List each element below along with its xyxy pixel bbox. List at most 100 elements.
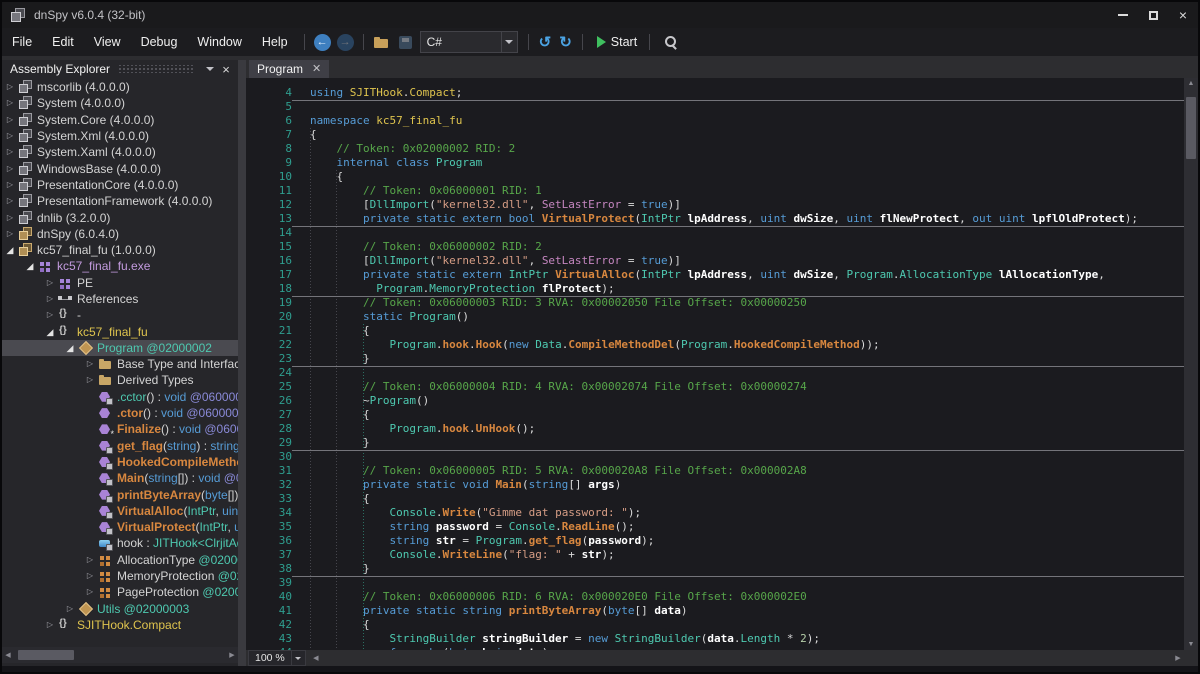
tree-item[interactable]: get_flag(string) : string @ xyxy=(2,438,238,454)
tree-item[interactable]: ▷SJITHook.Compact xyxy=(2,617,238,633)
expander-collapsed-icon[interactable]: ▷ xyxy=(2,226,18,242)
expander-collapsed-icon[interactable]: ▷ xyxy=(42,275,58,291)
code-editor[interactable]: 4using SJITHook.Compact;56namespace kc57… xyxy=(246,78,1184,650)
tree-item[interactable]: ▷PE xyxy=(2,275,238,291)
scroll-right-icon[interactable]: ▶ xyxy=(226,651,238,659)
tree-item[interactable]: ▷System.Xml (4.0.0.0) xyxy=(2,128,238,144)
scroll-up-icon[interactable]: ▲ xyxy=(1184,80,1198,87)
language-combobox[interactable]: C# xyxy=(420,31,518,53)
tab-close-icon[interactable]: ✕ xyxy=(312,64,321,75)
editor-vertical-scrollbar[interactable]: ▲ ▼ xyxy=(1184,78,1198,650)
tree-item[interactable]: ▷PresentationCore (4.0.0.0) xyxy=(2,177,238,193)
start-button[interactable]: Start xyxy=(611,35,637,49)
expander-expanded-icon[interactable]: ◢ xyxy=(42,324,58,340)
menu-window[interactable]: Window xyxy=(187,35,251,49)
tree-item[interactable]: ▷Utils @02000003 xyxy=(2,601,238,617)
undo-icon[interactable]: ↺ xyxy=(539,35,552,50)
menu-file[interactable]: File xyxy=(2,35,42,49)
scrollbar-thumb[interactable] xyxy=(1186,97,1196,159)
expander-expanded-icon[interactable]: ◢ xyxy=(62,340,78,356)
expander-collapsed-icon[interactable]: ▷ xyxy=(2,128,18,144)
expander-collapsed-icon[interactable]: ▷ xyxy=(82,552,98,568)
expander-collapsed-icon[interactable]: ▷ xyxy=(82,584,98,600)
tree-item[interactable]: ▷PresentationFramework (4.0.0.0) xyxy=(2,193,238,209)
redo-icon[interactable]: ↻ xyxy=(559,35,572,50)
maximize-button[interactable] xyxy=(1138,2,1168,28)
tree-item[interactable]: ▷- xyxy=(2,307,238,323)
expander-expanded-icon[interactable]: ◢ xyxy=(22,258,38,274)
close-button[interactable]: × xyxy=(1168,2,1198,28)
start-play-icon[interactable] xyxy=(597,36,606,48)
save-module-icon[interactable] xyxy=(399,36,412,49)
tree-item[interactable]: ▷mscorlib (4.0.0.0) xyxy=(2,79,238,95)
scrollbar-track[interactable] xyxy=(14,647,226,663)
panel-grip[interactable] xyxy=(118,65,194,73)
panel-menu-button[interactable] xyxy=(202,61,218,77)
tree-item[interactable]: .cctor() : void @06000003 xyxy=(2,389,238,405)
tree-item[interactable]: Finalize() : void @0600000 xyxy=(2,421,238,437)
minimize-button[interactable] xyxy=(1108,2,1138,28)
tree-item[interactable]: ◢kc57_final_fu.exe xyxy=(2,258,238,274)
tree-item[interactable]: HookedCompileMethod( xyxy=(2,454,238,470)
expander-collapsed-icon[interactable]: ▷ xyxy=(42,617,58,633)
zoom-control[interactable]: 100 % xyxy=(248,650,306,666)
expander-collapsed-icon[interactable]: ▷ xyxy=(2,144,18,160)
expander-collapsed-icon[interactable]: ▷ xyxy=(82,568,98,584)
tree-item[interactable]: hook : JITHook<ClrjitAdd xyxy=(2,535,238,551)
tree-item[interactable]: ▷PageProtection @0200000 xyxy=(2,584,238,600)
tree-horizontal-scrollbar[interactable]: ◀ ▶ xyxy=(2,647,238,663)
tab-program[interactable]: Program ✕ xyxy=(249,60,329,78)
scroll-left-icon[interactable]: ◀ xyxy=(2,651,14,659)
expander-expanded-icon[interactable]: ◢ xyxy=(2,242,18,258)
expander-collapsed-icon[interactable]: ▷ xyxy=(82,372,98,388)
menu-debug[interactable]: Debug xyxy=(131,35,188,49)
expander-collapsed-icon[interactable]: ▷ xyxy=(2,112,18,128)
tree-item[interactable]: ▷WindowsBase (4.0.0.0) xyxy=(2,160,238,176)
panel-close-button[interactable]: × xyxy=(218,61,234,77)
tree-item[interactable]: ◢kc57_final_fu xyxy=(2,323,238,339)
expander-collapsed-icon[interactable]: ▷ xyxy=(62,601,78,617)
expander-collapsed-icon[interactable]: ▷ xyxy=(2,177,18,193)
forward-button[interactable]: → xyxy=(337,34,354,51)
tree-item[interactable]: ◢Program @02000002 xyxy=(2,340,238,356)
expander-collapsed-icon[interactable]: ▷ xyxy=(2,95,18,111)
tree-item[interactable]: VirtualProtect(IntPtr, uint, xyxy=(2,519,238,535)
scrollbar-track[interactable] xyxy=(322,650,1172,666)
tree-item[interactable]: ▷dnlib (3.2.0.0) xyxy=(2,209,238,225)
panel-splitter[interactable] xyxy=(238,60,246,666)
tree-item[interactable]: ▷References xyxy=(2,291,238,307)
tree-item[interactable]: ▷dnSpy (6.0.4.0) xyxy=(2,226,238,242)
combobox-dropdown-button[interactable] xyxy=(501,32,517,52)
tree-item[interactable]: printByteArray(byte[]) : st xyxy=(2,486,238,502)
zoom-dropdown-button[interactable] xyxy=(291,651,305,665)
tree-item[interactable]: ▷System (4.0.0.0) xyxy=(2,95,238,111)
expander-collapsed-icon[interactable]: ▷ xyxy=(42,307,58,323)
expander-collapsed-icon[interactable]: ▷ xyxy=(2,161,18,177)
assembly-tree[interactable]: ▷mscorlib (4.0.0.0)▷System (4.0.0.0)▷Sys… xyxy=(2,79,238,647)
menu-edit[interactable]: Edit xyxy=(42,35,84,49)
expander-collapsed-icon[interactable]: ▷ xyxy=(2,79,18,95)
expander-collapsed-icon[interactable]: ▷ xyxy=(2,210,18,226)
scroll-left-icon[interactable]: ◀ xyxy=(310,654,322,662)
menu-help[interactable]: Help xyxy=(252,35,298,49)
expander-collapsed-icon[interactable]: ▷ xyxy=(42,291,58,307)
expander-collapsed-icon[interactable]: ▷ xyxy=(82,356,98,372)
tree-item[interactable]: ▷Derived Types xyxy=(2,372,238,388)
tree-item[interactable]: VirtualAlloc(IntPtr, uint, P xyxy=(2,503,238,519)
tree-item[interactable]: ▷System.Core (4.0.0.0) xyxy=(2,112,238,128)
tree-item[interactable]: ▷MemoryProtection @020 xyxy=(2,568,238,584)
tree-item[interactable]: ◢kc57_final_fu (1.0.0.0) xyxy=(2,242,238,258)
scroll-down-icon[interactable]: ▼ xyxy=(1184,641,1198,648)
scrollbar-thumb[interactable] xyxy=(18,650,74,660)
tree-item[interactable]: .ctor() : void @06000009 xyxy=(2,405,238,421)
tree-item[interactable]: ▷AllocationType @0200000 xyxy=(2,552,238,568)
tree-item[interactable]: ▷Base Type and Interfaces xyxy=(2,356,238,372)
menu-view[interactable]: View xyxy=(84,35,131,49)
expander-collapsed-icon[interactable]: ▷ xyxy=(2,193,18,209)
search-icon[interactable] xyxy=(662,34,679,51)
editor-horizontal-scrollbar[interactable]: ◀ ▶ xyxy=(310,650,1184,666)
scroll-right-icon[interactable]: ▶ xyxy=(1172,654,1184,662)
tree-item[interactable]: Main(string[]) : void @06 xyxy=(2,470,238,486)
tree-item[interactable]: ▷System.Xaml (4.0.0.0) xyxy=(2,144,238,160)
open-folder-icon[interactable] xyxy=(374,36,391,49)
